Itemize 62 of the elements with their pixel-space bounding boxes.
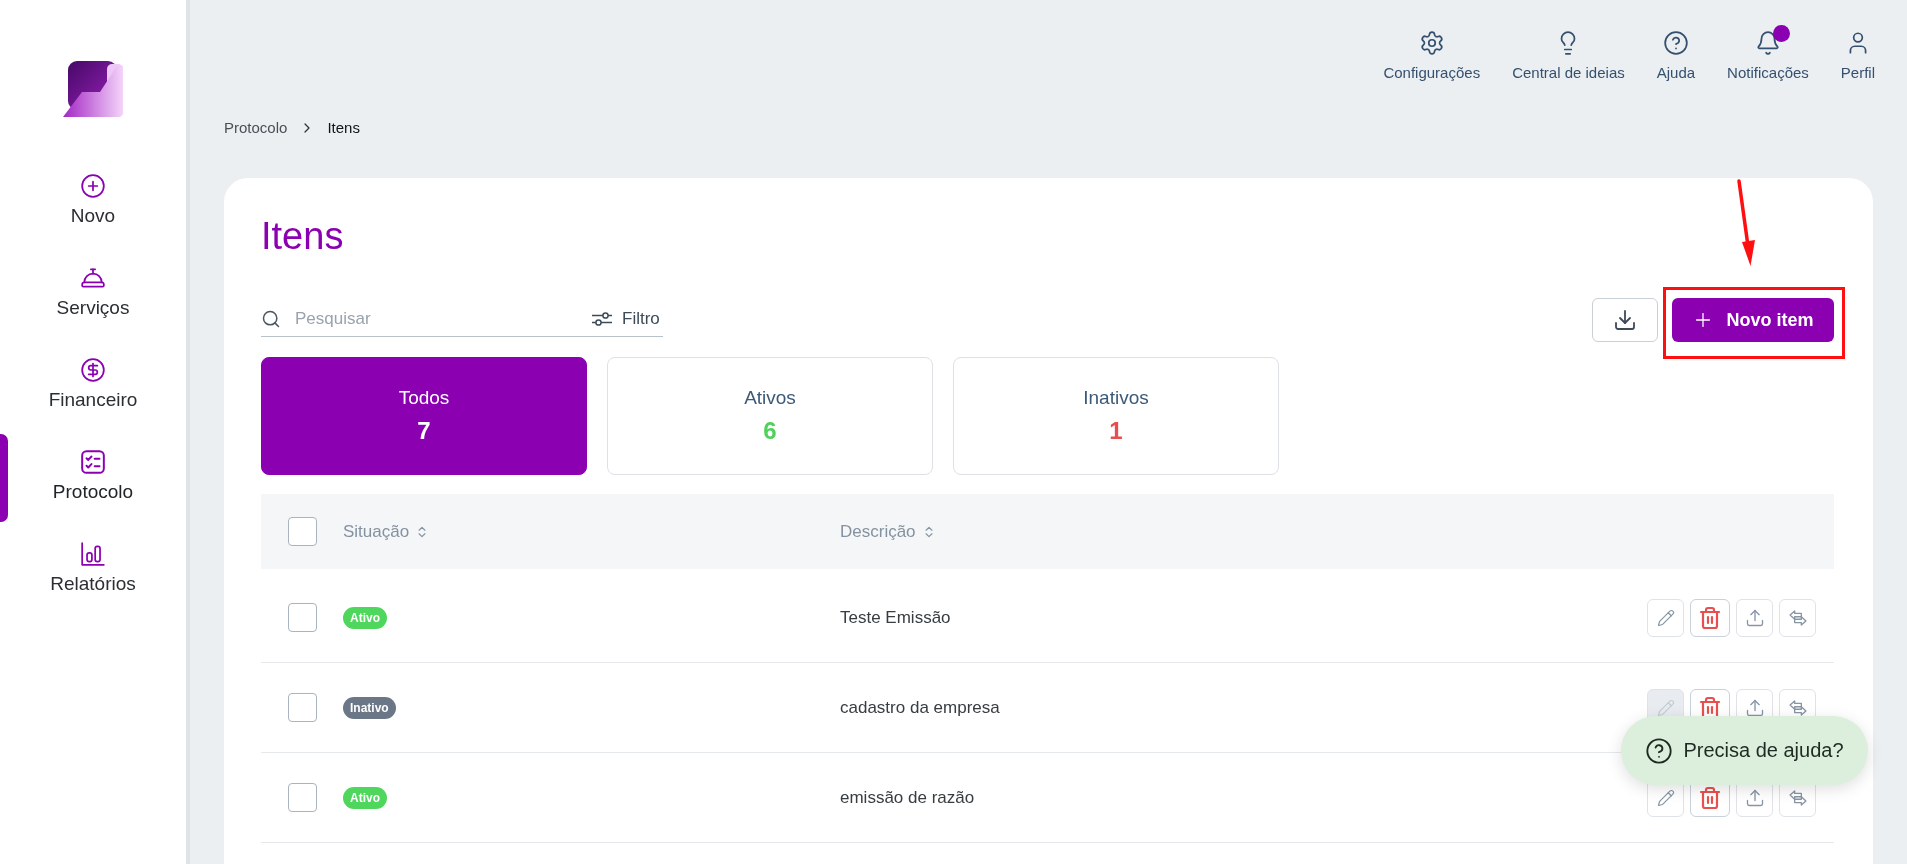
pencil-icon — [1656, 608, 1675, 627]
row-checkbox[interactable] — [288, 603, 317, 632]
upload-icon — [1744, 607, 1765, 628]
current-page-label: Itens — [327, 119, 360, 137]
topbar-button[interactable]: Ajuda — [1656, 24, 1696, 82]
status-badge: Ativo — [343, 606, 387, 629]
trash-icon — [1698, 605, 1722, 630]
help-toast[interactable]: Precisa de ajuda? — [1621, 716, 1868, 785]
search-field[interactable]: Pesquisar — [295, 308, 581, 329]
nav-item[interactable]: Serviços — [0, 246, 186, 338]
nav-item[interactable]: Relatórios — [0, 522, 186, 614]
swap-arrows-icon — [1787, 697, 1808, 718]
pencil-icon — [1656, 698, 1675, 717]
upload-icon — [1744, 787, 1765, 808]
nav-item[interactable]: Financeiro — [0, 338, 186, 430]
pencil-icon — [1656, 788, 1675, 807]
app-logo — [63, 61, 123, 118]
page-title: Itens — [261, 214, 344, 258]
filter-tab[interactable]: Ativos 6 — [607, 357, 933, 475]
row-checkbox[interactable] — [288, 783, 317, 812]
help-icon — [1662, 30, 1689, 56]
topbar-button[interactable]: Perfil — [1840, 24, 1875, 82]
edit-button[interactable] — [1647, 598, 1684, 637]
sliders-icon — [591, 310, 613, 327]
topbar-button[interactable]: Notificações — [1727, 24, 1809, 82]
swap-arrows-icon — [1787, 787, 1808, 808]
item-description: Teste Emissão — [840, 607, 951, 628]
breadcrumb-link[interactable]: Protocolo — [224, 119, 288, 137]
filter-tab[interactable]: Todos 7 — [261, 357, 587, 475]
new-item-button[interactable]: Novo item — [1672, 298, 1834, 342]
status-badge: Ativo — [343, 786, 387, 809]
topbar-button[interactable]: Central de ideias — [1512, 24, 1625, 82]
download-icon — [1613, 308, 1637, 332]
filter-tab[interactable]: Inativos 1 — [953, 357, 1279, 475]
bell-icon — [1754, 30, 1781, 56]
checklist-icon — [80, 449, 106, 475]
upload-button[interactable] — [1736, 598, 1773, 637]
row-checkbox[interactable] — [288, 693, 317, 722]
download-button[interactable] — [1592, 298, 1658, 342]
item-description: emissão de razão — [840, 787, 975, 808]
bar-chart-icon — [80, 541, 106, 567]
settings-icon — [1418, 30, 1445, 56]
search-icon — [261, 308, 281, 329]
tab-count: 7 — [417, 417, 431, 445]
upload-icon — [1744, 697, 1765, 718]
nav-item[interactable]: Protocolo — [0, 430, 186, 522]
item-description: cadastro da empresa — [840, 697, 1000, 718]
topbar-button[interactable]: Configurações — [1383, 24, 1481, 82]
nav-item[interactable]: Novo — [0, 154, 186, 246]
dollar-circle-icon — [80, 357, 106, 383]
delete-button[interactable] — [1690, 598, 1730, 637]
trash-icon — [1698, 785, 1722, 810]
tab-count: 6 — [763, 417, 777, 445]
swap-button[interactable] — [1779, 598, 1816, 637]
swap-arrows-icon — [1787, 607, 1808, 628]
plus-circle-icon — [80, 173, 106, 199]
tab-count: 1 — [1109, 417, 1123, 445]
select-all-checkbox[interactable] — [288, 517, 317, 546]
service-bell-icon — [80, 265, 106, 291]
help-icon — [1645, 736, 1674, 765]
filter-button[interactable]: Filtro — [581, 298, 663, 337]
status-badge: Inativo — [343, 696, 396, 719]
